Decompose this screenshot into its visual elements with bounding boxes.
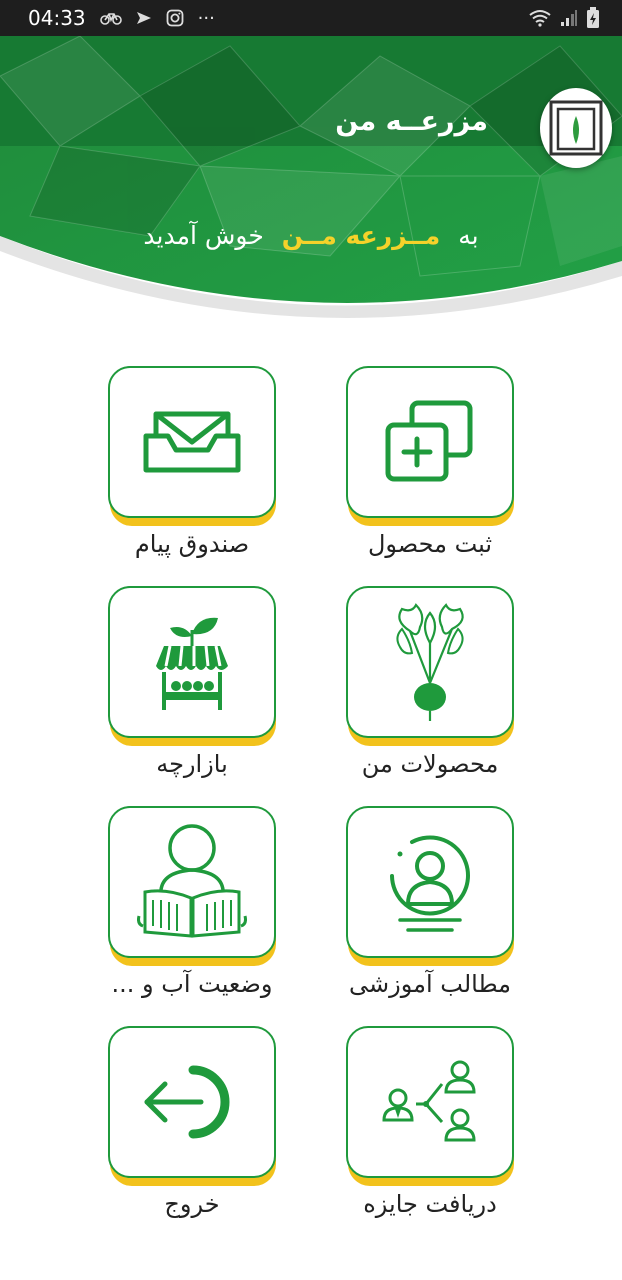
get-reward-label[interactable]: دریافت جایزه <box>310 1190 550 1218</box>
add-copy-icon <box>385 400 473 482</box>
welcome-message: به مــزرعه مــن خوش آمدید <box>0 221 622 250</box>
share-people-icon <box>382 1060 476 1142</box>
battery-icon <box>586 7 600 29</box>
water-status-tile[interactable] <box>108 806 276 966</box>
market-tile[interactable] <box>108 586 276 746</box>
market-stall-icon <box>156 617 228 710</box>
mail-inbox-icon <box>143 411 241 473</box>
welcome-prefix: به <box>458 221 479 250</box>
send-icon <box>136 10 152 26</box>
bike-icon <box>99 10 122 26</box>
my-products-label[interactable]: محصولات من <box>310 750 550 778</box>
market-label[interactable]: بازارچه <box>72 750 312 778</box>
app-title: مزرعــه من <box>335 106 488 137</box>
wifi-icon <box>528 8 552 28</box>
beet-icon <box>396 603 464 721</box>
more-notifications: ··· <box>197 7 215 29</box>
logout-arrow-icon <box>144 1065 230 1139</box>
welcome-suffix: خوش آمدید <box>143 221 264 250</box>
app-logo[interactable] <box>540 88 612 168</box>
water-status-label[interactable]: وضعیت آب و ... <box>72 970 312 998</box>
status-time: 04:33 <box>28 6 86 30</box>
person-badge-icon <box>390 835 470 932</box>
welcome-app-name: مــزرعه مــن <box>281 221 441 250</box>
exit-tile[interactable] <box>108 1026 276 1186</box>
instagram-icon <box>166 9 184 27</box>
education-tile[interactable] <box>346 806 514 966</box>
status-bar: 04:33 ··· <box>0 0 622 36</box>
logo-icon <box>549 100 603 156</box>
inbox-label[interactable]: صندوق پیام <box>72 530 312 558</box>
inbox-tile[interactable] <box>108 366 276 526</box>
register-product-tile[interactable] <box>346 366 514 526</box>
education-label[interactable]: مطالب آموزشی <box>310 970 550 998</box>
reading-person-icon <box>137 824 247 938</box>
header-background <box>0 36 622 336</box>
my-products-tile[interactable] <box>346 586 514 746</box>
header: مزرعــه من به مــزرعه مــن خوش آمدید <box>0 36 622 336</box>
get-reward-tile[interactable] <box>346 1026 514 1186</box>
exit-label[interactable]: خروج <box>72 1190 312 1218</box>
register-product-label[interactable]: ثبت محصول <box>310 530 550 558</box>
signal-icon <box>560 9 578 27</box>
